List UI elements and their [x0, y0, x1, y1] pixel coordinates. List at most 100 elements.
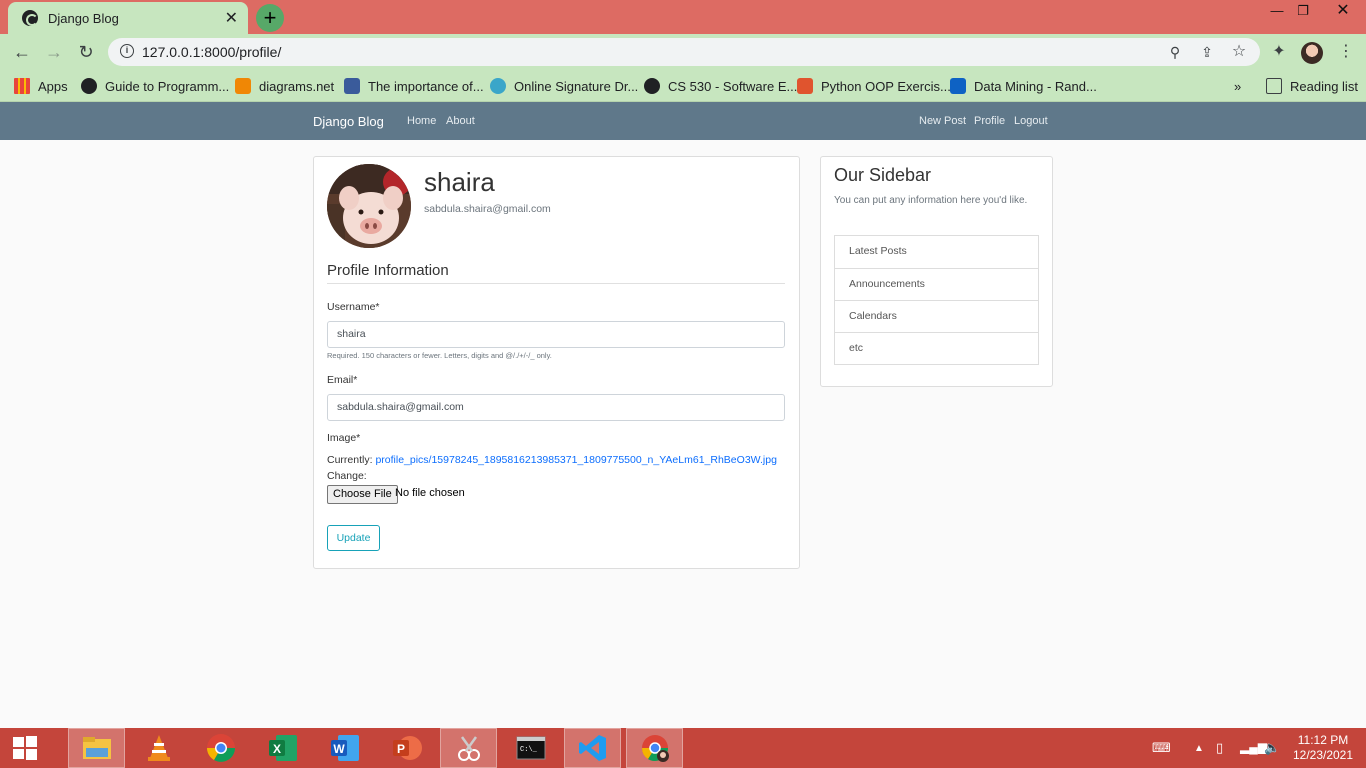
profile-avatar[interactable]: [1301, 42, 1323, 64]
powerpoint-app[interactable]: P: [378, 728, 435, 768]
profile-email-text: sabdula.shaira@gmail.com: [424, 203, 551, 215]
sidebar-item-latest-posts[interactable]: Latest Posts: [834, 235, 1039, 269]
bookmark-item[interactable]: Python OOP Exercis...: [797, 76, 951, 96]
bookmark-item[interactable]: Online Signature Dr...: [490, 76, 638, 96]
bookmark-item[interactable]: The importance of...: [344, 76, 484, 96]
bookmark-label: Apps: [38, 78, 68, 94]
snipping-tool-app[interactable]: [440, 728, 497, 768]
vlc-app[interactable]: [130, 728, 187, 768]
bookmark-item[interactable]: diagrams.net: [235, 76, 334, 96]
chrome-app[interactable]: [192, 728, 249, 768]
excel-app[interactable]: X: [254, 728, 311, 768]
scissors-icon: [457, 736, 480, 761]
site-favicon-icon: [950, 78, 966, 94]
username-input[interactable]: shaira: [327, 321, 785, 348]
more-bookmarks-icon[interactable]: »: [1234, 76, 1241, 96]
site-info-icon[interactable]: i: [120, 44, 134, 58]
address-bar[interactable]: i 127.0.0.1:8000/profile/ ⚲ ⇪ ☆: [108, 38, 1260, 66]
site-favicon-icon: [344, 78, 360, 94]
menu-dots-icon[interactable]: ⋮: [1336, 42, 1356, 62]
tab-strip: Django Blog ✕ + — ❐ ✕: [0, 0, 1366, 34]
globe-icon: [644, 78, 660, 94]
globe-favicon-icon: [22, 10, 38, 26]
file-explorer-app[interactable]: [68, 728, 125, 768]
volume-icon[interactable]: 🔈: [1264, 740, 1280, 756]
vlc-cone-icon: [147, 735, 170, 761]
diagrams-icon: [235, 78, 251, 94]
clock-time: 11:12 PM: [1297, 733, 1349, 747]
update-button[interactable]: Update: [327, 525, 380, 551]
change-label: Change:: [327, 470, 367, 482]
bookmark-item[interactable]: Data Mining - Rand...: [950, 76, 1097, 96]
nav-new-post-link[interactable]: New Post: [919, 115, 966, 127]
email-label: Email*: [327, 374, 358, 386]
nav-logout-link[interactable]: Logout: [1014, 115, 1048, 127]
site-navbar: Django Blog Home About New Post Profile …: [0, 102, 1366, 140]
start-button[interactable]: [0, 728, 50, 768]
apps-grid-icon: [14, 78, 30, 94]
choose-file-button[interactable]: Choose File: [327, 485, 398, 504]
vscode-icon: [578, 735, 606, 761]
vscode-app[interactable]: [564, 728, 621, 768]
excel-icon: X: [268, 735, 297, 761]
nav-profile-link[interactable]: Profile: [974, 115, 1005, 127]
globe-icon: [81, 78, 97, 94]
reading-list-button[interactable]: Reading list: [1266, 76, 1358, 96]
folder-icon: [82, 737, 111, 759]
bookmark-item[interactable]: CS 530 - Software E...: [644, 76, 797, 96]
reading-list-label: Reading list: [1290, 78, 1358, 94]
extensions-puzzle-icon[interactable]: ✦: [1269, 42, 1289, 62]
email-input[interactable]: sabdula.shaira@gmail.com: [327, 394, 785, 421]
reload-icon[interactable]: ↻: [74, 40, 98, 64]
username-help-text: Required. 150 characters or fewer. Lette…: [327, 351, 552, 360]
zoom-icon[interactable]: ⚲: [1166, 43, 1184, 61]
sidebar-item-calendars[interactable]: Calendars: [834, 300, 1039, 333]
sidebar-description: You can put any information here you'd l…: [834, 195, 1028, 206]
close-window-button[interactable]: ✕: [1320, 0, 1366, 22]
system-clock[interactable]: 11:12 PM 12/23/2021: [1290, 733, 1356, 763]
browser-tab[interactable]: Django Blog ✕: [8, 2, 248, 34]
sidebar-title: Our Sidebar: [834, 165, 932, 185]
network-signal-icon[interactable]: ▂▄▆: [1240, 740, 1267, 754]
windows-taskbar: X W P C:\_ ⌨ ▲ ▯ ▂▄▆ 🔈 11:12 PM 12/23/20…: [0, 728, 1366, 768]
new-tab-button[interactable]: +: [256, 4, 284, 32]
profile-picture: [327, 164, 411, 248]
url-text: 127.0.0.1:8000/profile/: [142, 44, 282, 60]
bookmarks-bar: Apps Guide to Programm... diagrams.net T…: [0, 70, 1366, 102]
show-hidden-icons-icon[interactable]: ▲: [1194, 743, 1204, 754]
keyboard-icon[interactable]: ⌨: [1152, 740, 1171, 756]
sidebar-list: Latest Posts Announcements Calendars etc: [834, 235, 1039, 365]
share-icon[interactable]: ⇪: [1198, 43, 1216, 61]
bookmark-label: The importance of...: [368, 78, 484, 94]
nav-about-link[interactable]: About: [446, 115, 475, 127]
clock-date: 12/23/2021: [1292, 748, 1354, 762]
site-favicon-icon: [797, 78, 813, 94]
terminal-icon: C:\_: [516, 736, 545, 760]
pig-photo-image: [327, 164, 411, 248]
nav-home-link[interactable]: Home: [407, 115, 436, 127]
bookmark-star-icon[interactable]: ☆: [1230, 43, 1248, 61]
svg-text:X: X: [272, 742, 280, 756]
site-brand[interactable]: Django Blog: [313, 114, 384, 129]
command-prompt-app[interactable]: C:\_: [502, 728, 559, 768]
back-arrow-icon[interactable]: ←: [10, 40, 34, 64]
bookmark-apps[interactable]: Apps: [14, 76, 68, 96]
sidebar-item-etc[interactable]: etc: [834, 332, 1039, 365]
bookmark-item[interactable]: Guide to Programm...: [81, 76, 229, 96]
forward-arrow-icon[interactable]: →: [42, 40, 66, 64]
svg-text:C:\_: C:\_: [520, 746, 538, 754]
chrome-icon: [206, 734, 235, 762]
word-icon: W: [330, 735, 359, 761]
sidebar-item-announcements[interactable]: Announcements: [834, 268, 1039, 301]
tab-close-icon[interactable]: ✕: [225, 8, 238, 28]
image-label: Image*: [327, 432, 361, 444]
current-image-row: Currently: profile_pics/15978245_1895816…: [327, 454, 777, 466]
reading-list-icon: [1266, 78, 1282, 94]
profile-username-heading: shaira: [424, 167, 495, 197]
battery-icon[interactable]: ▯: [1216, 740, 1223, 756]
word-app[interactable]: W: [316, 728, 373, 768]
current-image-link[interactable]: profile_pics/15978245_1895816213985371_1…: [375, 454, 776, 466]
svg-text:P: P: [396, 742, 404, 756]
no-file-chosen-text: No file chosen: [395, 487, 465, 499]
chrome-active-app[interactable]: [626, 728, 683, 768]
